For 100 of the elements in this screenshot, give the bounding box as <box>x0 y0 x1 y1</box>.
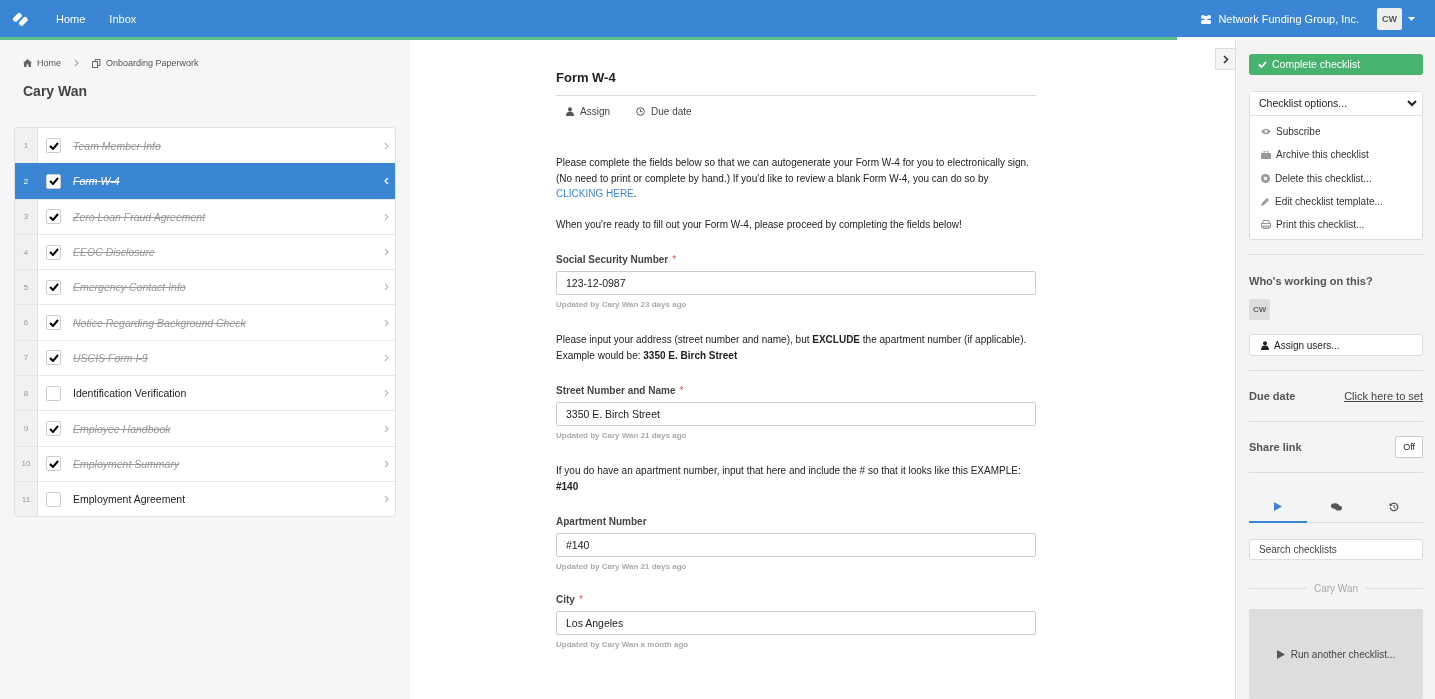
breadcrumb-link[interactable]: Home <box>37 58 61 68</box>
home-icon <box>23 59 32 67</box>
task-checkbox[interactable] <box>46 244 61 260</box>
field-label: Street Number and Name <box>556 385 676 396</box>
assignee-avatar[interactable]: CW <box>1249 299 1271 321</box>
task-checkbox[interactable] <box>46 421 61 436</box>
field-label: Apartment Number <box>556 516 647 527</box>
set-due-date-link[interactable]: Click here to set <box>1344 389 1423 402</box>
task-row[interactable]: 2 Form W-4 <box>15 163 395 199</box>
task-label: Notice Regarding Background Check <box>73 316 247 329</box>
copy-icon <box>92 58 101 68</box>
chevron-icon <box>384 248 389 257</box>
play-icon <box>1276 649 1285 659</box>
checklist-options-dropdown[interactable]: Checklist options... <box>1250 91 1422 116</box>
task-label: Identification Verification <box>73 387 188 400</box>
task-checkbox[interactable] <box>46 138 61 154</box>
field-label: City <box>556 594 575 605</box>
task-number: 10 <box>15 446 38 481</box>
task-number: 7 <box>15 340 38 376</box>
pencil-icon <box>1261 197 1270 206</box>
task-checkbox[interactable] <box>46 315 61 331</box>
task-number: 4 <box>15 234 38 270</box>
task-checkbox[interactable] <box>46 456 61 472</box>
organization-name[interactable]: Network Funding Group, Inc. <box>1218 12 1359 25</box>
task-label: Employment Summary <box>73 457 181 470</box>
chevron-down-icon <box>1407 99 1417 107</box>
task-row[interactable]: 8 Identification Verification <box>15 375 395 411</box>
nav-link[interactable]: Inbox <box>109 12 137 25</box>
chevron-icon <box>384 353 389 362</box>
run-checklist-button[interactable]: Run another checklist... <box>1249 609 1423 699</box>
printer-icon <box>1261 220 1271 230</box>
menu-item[interactable]: Edit checklist template... <box>1250 189 1422 214</box>
briefcase-icon <box>1261 150 1271 159</box>
instruction-text: When you're ready to fill out your Form W-4, please proceed by completing the fields below! <box>556 217 963 232</box>
share-toggle[interactable]: Off <box>1395 435 1423 458</box>
update-note: Updated by Cary Wan a month ago <box>556 640 690 649</box>
task-label: Form W-4 <box>73 175 121 188</box>
action-link[interactable]: Assign <box>566 106 610 117</box>
section-label: Cary Wan <box>1313 583 1359 594</box>
chevron-icon <box>74 59 79 67</box>
instruction-text: If you do have an apartment number, input that here and include the # so that it looks like this EXAMPLE: #140 <box>556 464 1022 494</box>
task-number: 8 <box>15 376 38 411</box>
text-input[interactable]: 3350 E. Birch Street <box>556 402 1036 426</box>
menu-item[interactable]: Delete this checklist... <box>1250 166 1422 190</box>
task-number: 6 <box>15 305 38 340</box>
assign-users-button[interactable]: Assign users... <box>1249 334 1423 356</box>
task-number: 3 <box>15 199 38 234</box>
expand-button[interactable] <box>1215 48 1235 70</box>
task-label: USCIS Form I-9 <box>73 351 149 364</box>
task-label: Emergency Contact Info <box>73 281 187 294</box>
users-icon <box>1200 13 1213 24</box>
task-checkbox[interactable] <box>46 279 61 295</box>
share-link-label: Share link <box>1249 440 1302 453</box>
due-date-label: Due date <box>1249 389 1296 402</box>
text-input[interactable]: Los Angeles <box>556 611 1036 635</box>
chevron-icon <box>384 495 389 504</box>
task-label: EEOC Disclosure <box>73 246 156 259</box>
task-checkbox[interactable] <box>46 350 61 366</box>
chevron-icon <box>384 424 389 433</box>
task-row[interactable]: 11 Employment Agreement <box>15 480 395 517</box>
task-label: Employment Agreement <box>73 493 187 506</box>
form-title: Form W-4 <box>556 70 617 85</box>
chevron-icon <box>384 459 389 468</box>
history-icon <box>1389 501 1399 512</box>
task-checkbox[interactable] <box>46 173 61 189</box>
chevron-icon <box>384 318 389 327</box>
task-number: 11 <box>15 481 38 517</box>
text-input[interactable]: 123-12-0987 <box>556 271 1036 295</box>
breadcrumb-link[interactable]: Onboarding Paperwork <box>106 58 199 68</box>
chevron-icon <box>384 283 389 292</box>
text-input[interactable]: #140 <box>556 533 1036 557</box>
menu-item[interactable]: Print this checklist... <box>1250 213 1422 237</box>
chevron-icon <box>1222 54 1229 64</box>
menu-item[interactable]: Subscribe <box>1250 119 1422 144</box>
clock-icon <box>636 107 645 116</box>
user-icon <box>1261 340 1269 350</box>
task-number: 5 <box>15 270 38 305</box>
eye-icon <box>1261 128 1271 136</box>
task-number: 9 <box>15 411 38 446</box>
chevron-icon <box>384 177 389 186</box>
update-note: Updated by Cary Wan 23 days ago <box>556 300 688 309</box>
section-title: Who's working on this? <box>1249 275 1374 288</box>
comments-icon <box>1330 502 1342 511</box>
clicking-here-link[interactable]: CLICKING HERE <box>556 188 634 199</box>
task-checkbox[interactable] <box>46 491 61 507</box>
user-avatar[interactable]: CW <box>1377 7 1402 30</box>
caret-icon[interactable] <box>1408 16 1415 21</box>
search-field[interactable]: Search checklists <box>1249 538 1423 560</box>
chevron-icon <box>384 141 389 150</box>
task-checkbox[interactable] <box>46 209 61 225</box>
menu-item[interactable]: Archive this checklist <box>1250 143 1422 167</box>
action-link[interactable]: Due date <box>636 106 692 117</box>
nav-link[interactable]: Home <box>56 12 86 25</box>
field-label: Social Security Number <box>556 254 669 265</box>
task-checkbox[interactable] <box>46 385 61 401</box>
check-icon <box>1258 60 1267 68</box>
checklist-title: Cary Wan <box>23 83 89 99</box>
chevron-icon <box>384 212 389 221</box>
required-mark: * <box>679 385 684 396</box>
task-label: Team Member Info <box>73 139 162 152</box>
